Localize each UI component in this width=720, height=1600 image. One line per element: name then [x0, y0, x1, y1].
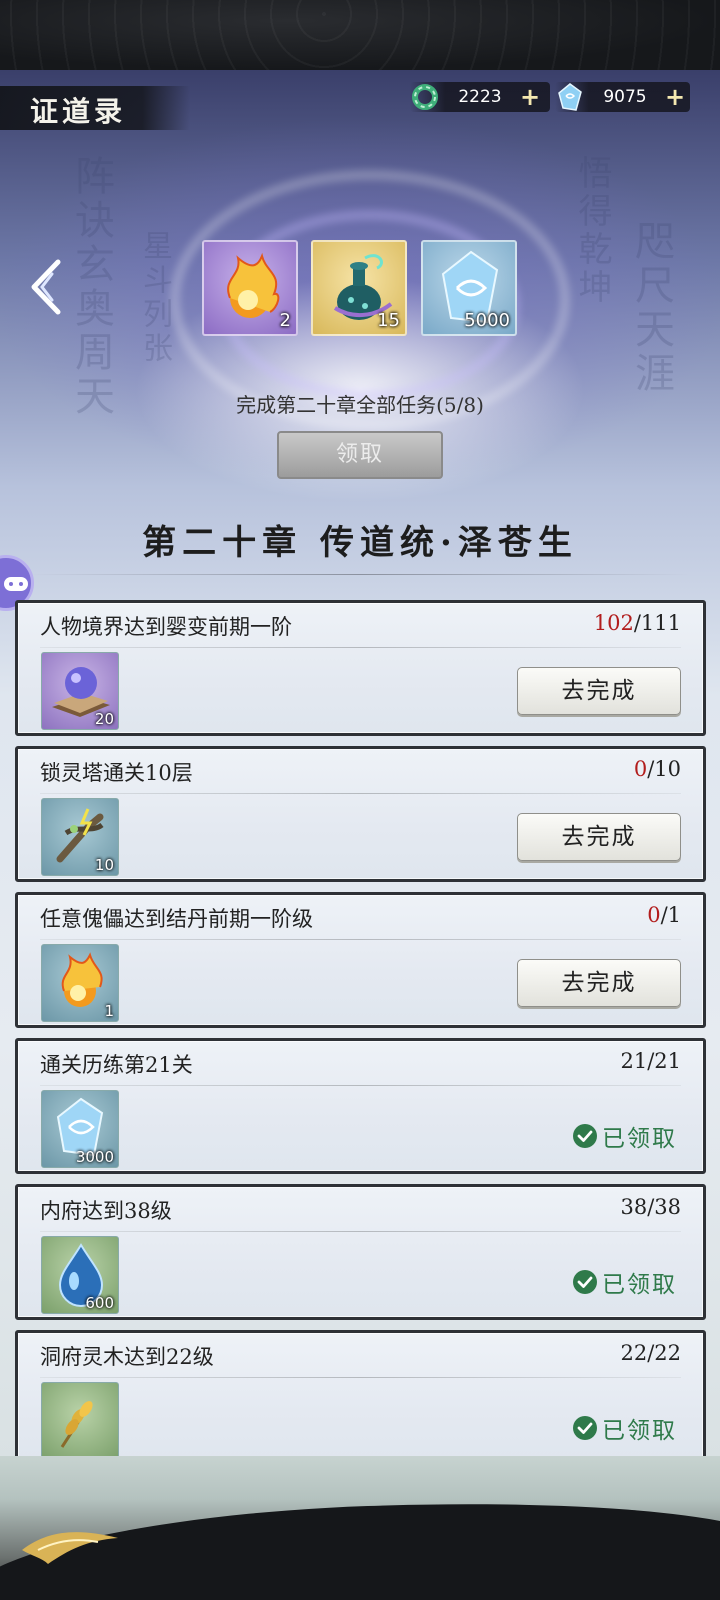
task-card: 内府达到38级 38/38 600 已领取	[15, 1184, 706, 1320]
divider	[40, 647, 681, 648]
add-crystal-button[interactable]: +	[665, 83, 685, 111]
jade-amount: 2223	[458, 87, 502, 107]
jade-ring-icon	[412, 84, 438, 110]
task-name: 内府达到38级	[40, 1199, 172, 1223]
task-progress: 102/111	[593, 611, 681, 635]
chapter-title: 第二十章 传道统·泽苍生	[142, 523, 578, 563]
claim-chapter-reward-button[interactable]: 领取	[277, 431, 443, 479]
page-title: 证道录	[30, 95, 127, 128]
task-name: 人物境界达到婴变前期一阶	[40, 615, 292, 639]
claimed-label: 已领取	[602, 1418, 677, 1444]
go-complete-button[interactable]: 去完成	[517, 813, 681, 861]
task-card: 洞府灵木达到22级 22/22 已领取	[15, 1330, 706, 1466]
reward-count: 1	[104, 1002, 114, 1020]
gold-brush-emblem	[22, 1532, 118, 1564]
divider	[40, 1377, 681, 1378]
task-card: 锁灵塔通关10层 0/10 10 去完成	[15, 746, 706, 882]
back-arrow-icon[interactable]	[24, 258, 66, 316]
claimed-status: 已领取	[572, 1265, 677, 1299]
reward-count: 20	[94, 710, 114, 728]
jade-currency: 2223 +	[410, 82, 550, 112]
divider	[40, 1085, 681, 1086]
task-reward-item[interactable]	[41, 1382, 119, 1460]
grain-ear-icon	[60, 1401, 93, 1448]
background-calligraphy: 阵诀玄奥周天	[68, 155, 114, 419]
reward-count: 600	[85, 1294, 114, 1312]
task-name: 锁灵塔通关10层	[40, 761, 193, 785]
divider	[40, 1231, 681, 1232]
task-progress: 22/22	[620, 1341, 681, 1365]
chapter-task-text: 完成第二十章全部任务(5/8)	[236, 393, 484, 417]
background-calligraphy: 咫尺天涯	[628, 220, 674, 396]
chapter-reward-jade-vase[interactable]: 15	[311, 240, 407, 336]
task-progress: 0/1	[647, 903, 681, 927]
crystal-amount: 9075	[603, 87, 647, 107]
task-progress: 0/10	[633, 757, 681, 781]
task-card: 人物境界达到婴变前期一阶 102/111 20 去完成	[15, 600, 706, 736]
task-name: 通关历练第21关	[40, 1053, 193, 1077]
claimed-status: 已领取	[572, 1119, 677, 1153]
spirit-crystal-icon	[558, 83, 582, 111]
gamepad-icon	[4, 577, 28, 591]
task-reward-item[interactable]: 3000	[41, 1090, 119, 1168]
reward-count: 15	[377, 310, 400, 331]
go-complete-button[interactable]: 去完成	[517, 667, 681, 715]
task-reward-item[interactable]: 1	[41, 944, 119, 1022]
task-reward-item[interactable]: 600	[41, 1236, 119, 1314]
top-ink-banner	[0, 0, 720, 70]
task-reward-item[interactable]: 20	[41, 652, 119, 730]
check-circle-icon	[573, 1416, 597, 1440]
claimed-status: 已领取	[572, 1411, 677, 1445]
reward-count: 10	[94, 856, 114, 874]
go-complete-button[interactable]: 去完成	[517, 959, 681, 1007]
reward-count: 5000	[464, 310, 510, 331]
check-circle-icon	[573, 1124, 597, 1148]
check-circle-icon	[573, 1270, 597, 1294]
divider	[40, 939, 681, 940]
task-progress: 38/38	[620, 1195, 681, 1219]
task-reward-item[interactable]: 10	[41, 798, 119, 876]
task-name: 任意傀儡达到结丹前期一阶级	[40, 907, 313, 931]
divider	[30, 574, 690, 575]
crystal-currency: 9075 +	[555, 82, 690, 112]
task-name: 洞府灵木达到22级	[40, 1345, 214, 1369]
reward-count: 3000	[75, 1148, 114, 1166]
background-calligraphy: 悟得乾坤	[572, 155, 612, 307]
task-progress: 21/21	[620, 1049, 681, 1073]
reward-count: 2	[279, 310, 291, 331]
task-card: 任意傀儡达到结丹前期一阶级 0/1 1 去完成	[15, 892, 706, 1028]
add-jade-button[interactable]: +	[520, 83, 540, 111]
chapter-reward-spirit-crystal[interactable]: 5000	[421, 240, 517, 336]
claimed-label: 已领取	[602, 1126, 677, 1152]
background-calligraphy: 星斗列张	[137, 230, 172, 366]
task-card: 通关历练第21关 21/21 3000 已领取	[15, 1038, 706, 1174]
chapter-reward-flame-orb[interactable]: 2	[202, 240, 298, 336]
claimed-label: 已领取	[602, 1272, 677, 1298]
divider	[40, 793, 681, 794]
